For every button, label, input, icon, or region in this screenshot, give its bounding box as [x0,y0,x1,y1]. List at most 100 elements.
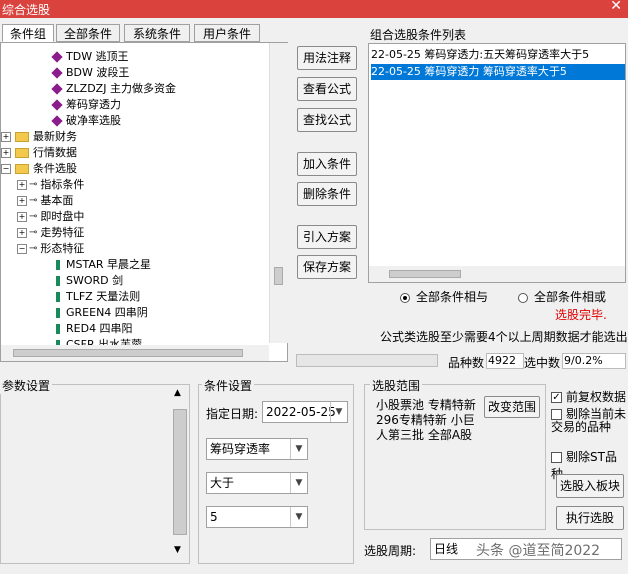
expand-icon[interactable]: + [17,228,27,238]
expand-icon[interactable]: + [17,212,27,222]
tab-user-conditions[interactable]: 用户条件 [194,24,260,42]
radio-on-icon [400,292,410,303]
tree-item[interactable]: BDW 波段王 [51,65,129,81]
tree-item-label: 筹码穿透力 [66,98,121,111]
checkbox-icon [551,452,562,463]
watermark: 头条 @道至简2022 [476,543,601,559]
condition-list[interactable]: 22-05-25 筹码穿透力:五天筹码穿透率大于5 22-05-25 筹码穿透力… [368,43,626,283]
condition-list-item[interactable]: 22-05-25 筹码穿透力:五天筹码穿透率大于5 [371,47,625,63]
range-text: 小股票池 专精特新 296专精特新 小巨人第三批 全部A股 [376,398,476,442]
tree-item[interactable]: + 最新财务 [1,129,77,145]
save-plan-button[interactable]: 保存方案 [297,255,357,279]
tree-item-label: 破净率选股 [66,114,121,127]
checkbox-checked-icon: ✓ [551,392,562,403]
tree-item[interactable]: + 行情数据 [1,145,77,161]
chevron-down-icon: ▼ [290,507,307,527]
to-block-button[interactable]: 选股入板块 [556,474,624,498]
add-condition-button[interactable]: 加入条件 [297,152,357,176]
restore-option[interactable]: ✓ 前复权数据 [551,388,626,405]
scroll-down-icon[interactable]: ▼ [174,545,181,555]
tree-item[interactable]: 筹码穿透力 [51,97,121,113]
find-formula-button[interactable]: 查找公式 [297,108,357,132]
status-done: 选股完毕. [555,308,607,322]
formula-icon [56,260,60,270]
selected-label: 选中数 [524,356,561,370]
folder-open-icon [15,164,29,174]
collapse-icon[interactable]: − [1,164,11,174]
condition-list-title: 组合选股条件列表 [370,28,467,42]
import-plan-button[interactable]: 引入方案 [297,225,357,249]
tree-vscroll-thumb[interactable] [274,267,283,285]
tree-item[interactable]: RED4 四串阳 [53,321,133,337]
list-hscrollbar[interactable] [369,266,625,282]
radio-off-icon [518,292,528,303]
tab-all-conditions[interactable]: 全部条件 [56,24,120,42]
date-select[interactable]: 2022-05-25 ▼ [262,401,348,423]
tab-system-conditions[interactable]: 系统条件 [124,24,190,42]
selected-value: 9/0.2% [562,353,626,369]
expand-icon[interactable]: + [17,196,27,206]
tree-item-label: 指标条件 [40,178,85,191]
key-icon: ⊸ [29,243,38,254]
tree-item[interactable]: SWORD 剑 [53,273,123,289]
expand-icon[interactable]: + [17,180,27,190]
range-title: 选股范围 [370,377,423,394]
scroll-up-icon[interactable]: ▲ [174,388,181,398]
tree-item[interactable]: + ⊸ 即时盘中 [17,209,84,225]
tree-item[interactable]: + ⊸ 指标条件 [17,177,84,193]
tab-condition-group[interactable]: 条件组 [2,24,54,42]
run-button[interactable]: 执行选股 [556,506,624,530]
tree-item-label: 走势特征 [40,226,85,239]
tree-item[interactable]: 破净率选股 [51,113,121,129]
tree-item[interactable]: ZLZDZJ 主力做多资金 [51,81,176,97]
tree-item-label: GREEN4 四串阴 [66,306,148,319]
formula-icon [56,292,60,302]
condition-list-item-selected[interactable]: 22-05-25 筹码穿透力 筹码穿透率大于5 [371,64,625,80]
collapse-icon[interactable]: − [17,244,27,254]
view-formula-button[interactable]: 查看公式 [297,77,357,101]
tree-item[interactable]: TLFZ 天量法则 [53,289,140,305]
tree-item[interactable]: TDW 逃顶王 [51,49,129,65]
logic-or-radio[interactable]: 全部条件相或 [518,288,606,305]
tree-item-label: 条件选股 [33,162,77,175]
usage-note-button[interactable]: 用法注释 [297,46,357,70]
tree-item-label: 即时盘中 [40,210,85,223]
tree-item[interactable]: + ⊸ 走势特征 [17,225,84,241]
tree-hscroll-thumb[interactable] [13,349,243,357]
compare-select[interactable]: 大于 ▼ [206,472,308,494]
tree-item-label: TLFZ 天量法则 [66,290,141,303]
tree-item[interactable]: + ⊸ 基本面 [17,193,73,209]
indicator-select[interactable]: 筹码穿透率 ▼ [206,438,308,460]
param-vscroll-thumb[interactable] [173,409,187,535]
delete-condition-button[interactable]: 删除条件 [297,182,357,206]
date-label: 指定日期: [206,407,259,421]
change-range-button[interactable]: 改变范围 [484,396,540,418]
tree-item[interactable]: GREEN4 四串阴 [53,305,148,321]
expand-icon[interactable]: + [1,148,11,158]
tree-item[interactable]: − 条件选股 [1,161,77,177]
logic-and-radio[interactable]: 全部条件相与 [400,288,488,305]
close-icon[interactable]: ✕ [610,0,622,14]
tree-item-label: ZLZDZJ 主力做多资金 [66,82,176,95]
tree-vscrollbar[interactable] [269,43,288,343]
diamond-icon [51,99,63,111]
list-hscroll-thumb[interactable] [389,270,461,278]
tree-item-label: TDW 逃顶王 [66,50,129,63]
tree-hscrollbar[interactable] [1,345,269,361]
expand-icon[interactable]: + [1,132,11,142]
chevron-down-icon: ▼ [290,439,307,459]
tree-item-label: 行情数据 [33,146,77,159]
value-select[interactable]: 5 ▼ [206,506,308,528]
diamond-icon [51,83,63,95]
diamond-icon [51,67,63,79]
tree-item[interactable]: MSTAR 早晨之星 [53,257,151,273]
title-bar: 综合选股 ✕ [0,0,628,18]
exclude-halted-option[interactable]: 剔除当前未交易的品种 [551,408,628,434]
tree-item-label: 最新财务 [33,130,77,143]
tree-item[interactable]: − ⊸ 形态特征 [17,241,84,257]
count-label: 品种数 [448,356,485,370]
count-value: 4922 [486,353,524,369]
param-vscrollbar[interactable]: ▲ ▼ [171,385,189,563]
condition-tree[interactable]: TDW 逃顶王 BDW 波段王 ZLZDZJ 主力做多资金 筹码穿透力破净率选股 + 最新… [0,42,288,362]
tree-item-label: 基本面 [40,194,74,207]
